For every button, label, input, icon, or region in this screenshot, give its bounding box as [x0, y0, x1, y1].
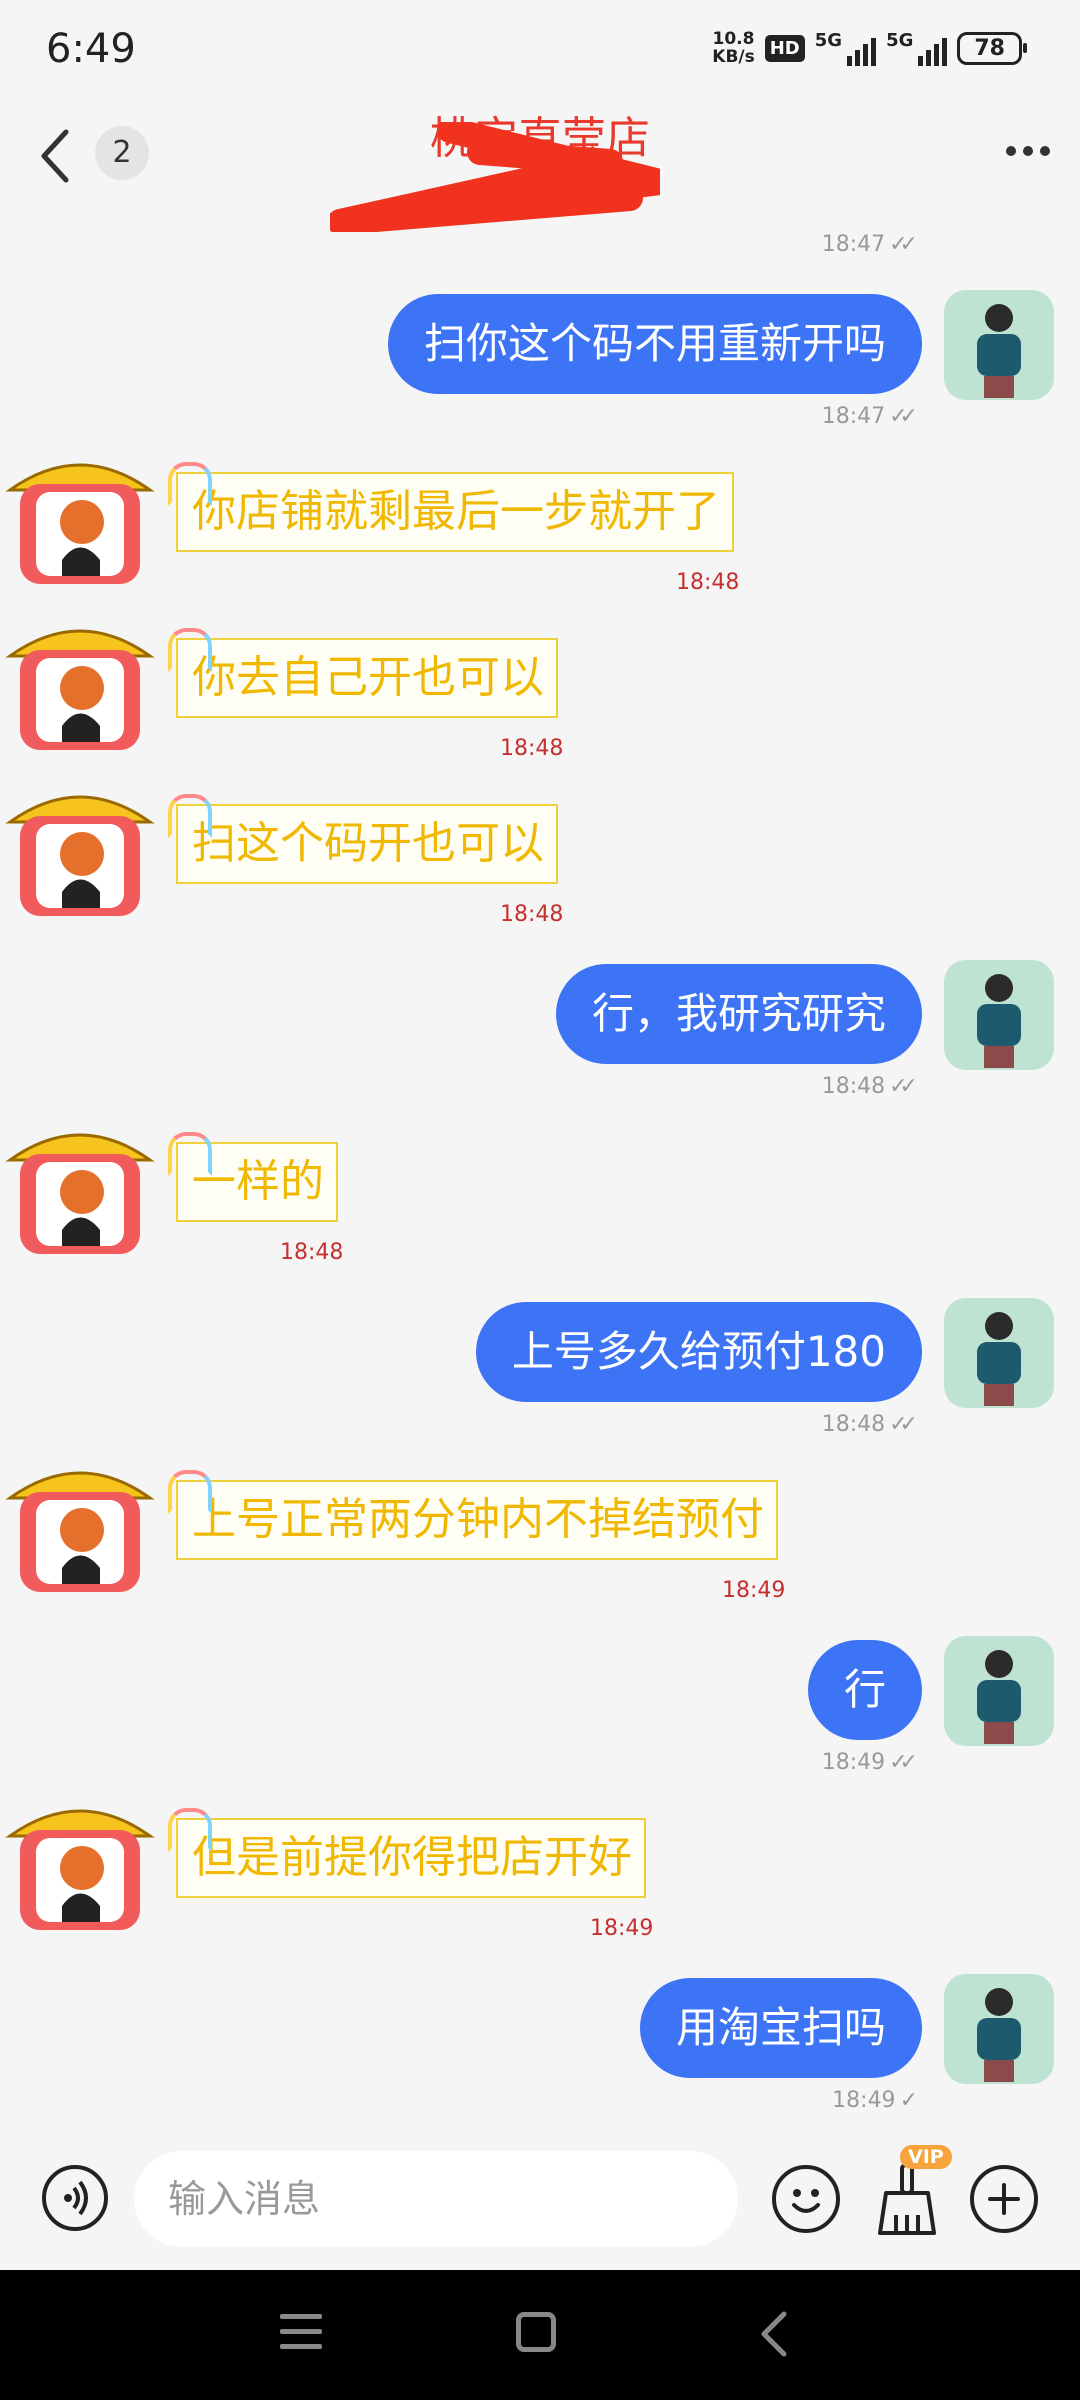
message-time: 18:49	[722, 1578, 786, 1603]
status-icons: 10.8 KB/s HD 5G 5G 78	[712, 29, 1027, 67]
message-time: 18:48	[676, 570, 740, 595]
status-time: 6:49	[46, 26, 136, 72]
system-nav-bar	[0, 2270, 1080, 2400]
message-time: 18:49	[590, 1916, 654, 1941]
vip-badge: VIP	[900, 2145, 952, 2169]
my-avatar[interactable]	[944, 960, 1054, 1070]
my-avatar[interactable]	[944, 1974, 1054, 2084]
signal-icon-1: 5G	[815, 30, 877, 66]
my-avatar[interactable]	[944, 290, 1054, 400]
sent-message[interactable]: 用淘宝扫吗	[639, 1978, 922, 2078]
my-avatar[interactable]	[944, 1298, 1054, 1408]
emoji-icon[interactable]	[772, 2165, 840, 2233]
net-speed: 10.8 KB/s	[712, 29, 755, 67]
received-message[interactable]: 扫这个码开也可以	[168, 794, 558, 884]
sent-message[interactable]: 上号多久给预付180	[475, 1302, 922, 1402]
received-message[interactable]: 上号正常两分钟内不掉结预付	[168, 1470, 778, 1560]
menu-icon[interactable]	[280, 2314, 322, 2359]
received-message[interactable]: 你去自己开也可以	[168, 628, 558, 718]
message-time: 18:49 ✓✓	[821, 1750, 918, 1775]
chat-list[interactable]: 18:47 ✓✓ 扫你这个码不用重新开吗 18:47 ✓✓ 你店铺就剩最后一步就开了…	[0, 200, 1080, 2120]
hd-icon: HD	[764, 34, 805, 62]
contact-avatar[interactable]	[0, 1448, 160, 1598]
broom-icon[interactable]	[872, 2159, 942, 2239]
contact-avatar[interactable]	[0, 1786, 160, 1936]
message-time: 18:49 ✓	[832, 2088, 918, 2113]
received-message[interactable]: 一样的	[168, 1132, 338, 1222]
message-time: 18:47 ✓✓	[821, 404, 918, 429]
battery-icon: 78	[957, 31, 1027, 65]
contact-avatar[interactable]	[0, 606, 160, 756]
message-time: 18:48	[500, 902, 564, 927]
home-icon[interactable]	[516, 2312, 556, 2352]
message-time: 18:48	[500, 736, 564, 761]
sent-message[interactable]: 行	[807, 1640, 922, 1740]
contact-avatar[interactable]	[0, 772, 160, 922]
status-bar: 6:49 10.8 KB/s HD 5G 5G 78	[0, 0, 1080, 100]
received-message[interactable]: 但是前提你得把店开好	[168, 1808, 646, 1898]
my-avatar[interactable]	[944, 1636, 1054, 1746]
more-dots-icon[interactable]	[1006, 146, 1050, 156]
message-time: 18:48 ✓✓	[821, 1412, 918, 1437]
message-time: 18:47 ✓✓	[821, 232, 918, 257]
message-input[interactable]	[134, 2151, 738, 2247]
back-icon[interactable]	[756, 2310, 796, 2358]
plus-icon[interactable]	[970, 2165, 1038, 2233]
message-time: 18:48 ✓✓	[821, 1074, 918, 1099]
contact-avatar[interactable]	[0, 1110, 160, 1260]
sent-message[interactable]: 行，我研究研究	[555, 964, 922, 1064]
message-time: 18:48	[280, 1240, 344, 1265]
sent-message[interactable]: 扫你这个码不用重新开吗	[387, 294, 922, 394]
contact-avatar[interactable]	[0, 440, 160, 590]
input-bar: VIP	[0, 2125, 1080, 2270]
received-message[interactable]: 你店铺就剩最后一步就开了	[168, 462, 734, 552]
voice-icon[interactable]	[42, 2165, 108, 2231]
signal-icon-2: 5G	[886, 30, 948, 66]
